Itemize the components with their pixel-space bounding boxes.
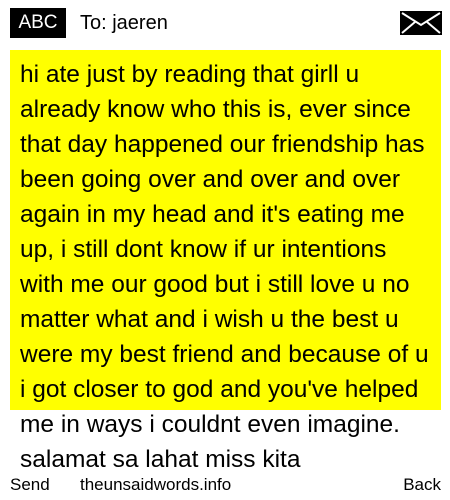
compose-header: ABC To: jaeren [0, 0, 450, 44]
softkey-bar: Send theunsaidwords.info Back [0, 474, 450, 500]
message-editor[interactable]: hi ate just by reading that girll u alre… [0, 44, 450, 474]
site-label: theunsaidwords.info [80, 475, 232, 494]
back-softkey[interactable]: Back [403, 475, 441, 495]
envelope-icon [400, 11, 442, 35]
sms-compose-screen: ABC To: jaeren hi ate just by reading th… [0, 0, 450, 500]
recipient-line[interactable]: To: jaeren [80, 9, 168, 37]
input-mode-indicator[interactable]: ABC [10, 8, 66, 38]
message-body[interactable]: hi ate just by reading that girll u alre… [20, 57, 436, 474]
send-softkey[interactable]: Send [10, 475, 50, 495]
